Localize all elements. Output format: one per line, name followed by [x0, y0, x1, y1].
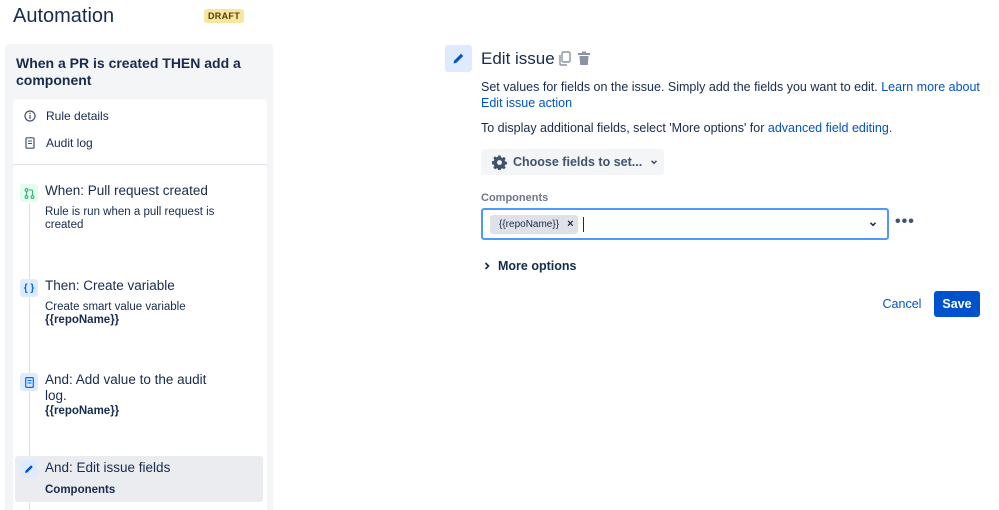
step-title: And: Add value to the audit log.	[45, 372, 207, 403]
advanced-hint: To display additional fields, select 'Mo…	[481, 121, 892, 135]
rule-name: When a PR is created THEN add a componen…	[16, 55, 241, 88]
chevron-right-icon	[483, 261, 491, 271]
step-description: Rule is run when a pull request is creat…	[45, 206, 215, 231]
rule-steps-card: Rule details Audit log When: Pull reques…	[13, 99, 267, 510]
more-options-toggle[interactable]: More options	[483, 259, 576, 273]
advanced-field-editing-link[interactable]: advanced field editing.	[768, 121, 892, 135]
cancel-button[interactable]: Cancel	[876, 291, 928, 317]
advanced-hint-text: To display additional fields, select 'Mo…	[481, 121, 765, 135]
step-title: And: Edit issue fields	[45, 460, 171, 475]
pencil-icon	[20, 460, 38, 478]
trash-icon[interactable]	[577, 51, 591, 66]
chevron-down-icon[interactable]	[868, 219, 878, 229]
text-caret	[582, 216, 584, 232]
gear-icon	[492, 154, 507, 170]
components-select[interactable]: {{repoName}} ×	[481, 208, 889, 240]
nav-rule-details[interactable]: Rule details	[13, 105, 267, 127]
more-actions-icon[interactable]: •••	[895, 213, 915, 231]
copy-icon[interactable]	[558, 51, 572, 66]
rule-sidebar: When a PR is created THEN add a componen…	[5, 44, 273, 510]
component-tag: {{repoName}} ×	[490, 214, 578, 234]
more-options-label: More options	[498, 259, 577, 273]
braces-icon: { }	[20, 279, 38, 297]
component-tag-label: {{repoName}}	[499, 218, 560, 230]
remove-tag-icon[interactable]: ×	[567, 218, 573, 230]
nav-divider	[13, 164, 267, 165]
document-icon	[24, 137, 36, 149]
document-icon	[20, 373, 38, 391]
step-title: When: Pull request created	[45, 183, 208, 198]
step-create-variable[interactable]: { } Then: Create variable Create smart v…	[13, 274, 267, 354]
step-smart-value: {{repoName}}	[45, 314, 120, 326]
choose-fields-label: Choose fields to set...	[513, 155, 643, 169]
step-title: Then: Create variable	[45, 278, 175, 293]
editor-description: Set values for fields on the issue. Simp…	[481, 79, 986, 111]
step-field-name: Components	[45, 484, 116, 496]
draft-badge: DRAFT	[204, 9, 244, 23]
step-smart-value: {{repoName}}	[45, 405, 120, 417]
step-trigger-pull-request[interactable]: When: Pull request created Rule is run w…	[13, 179, 267, 249]
step-edit-issue-fields[interactable]: And: Edit issue fields Components	[15, 456, 263, 502]
edit-issue-pencil-icon	[445, 45, 472, 72]
save-button[interactable]: Save	[934, 291, 980, 317]
info-icon	[24, 110, 36, 122]
nav-audit-log-label: Audit log	[46, 136, 93, 150]
pull-request-icon	[20, 184, 38, 202]
editor-title: Edit issue	[481, 49, 555, 68]
components-field-label: Components	[481, 192, 549, 204]
page-title: Automation	[13, 5, 115, 27]
nav-audit-log[interactable]: Audit log	[13, 132, 267, 154]
editor-description-text: Set values for fields on the issue. Simp…	[481, 80, 878, 94]
nav-rule-details-label: Rule details	[46, 109, 109, 123]
choose-fields-button[interactable]: Choose fields to set...	[481, 149, 664, 175]
step-audit-log[interactable]: And: Add value to the audit log. {{repoN…	[13, 368, 267, 448]
chevron-down-icon	[649, 157, 659, 167]
step-description: Create smart value variable	[45, 301, 186, 313]
